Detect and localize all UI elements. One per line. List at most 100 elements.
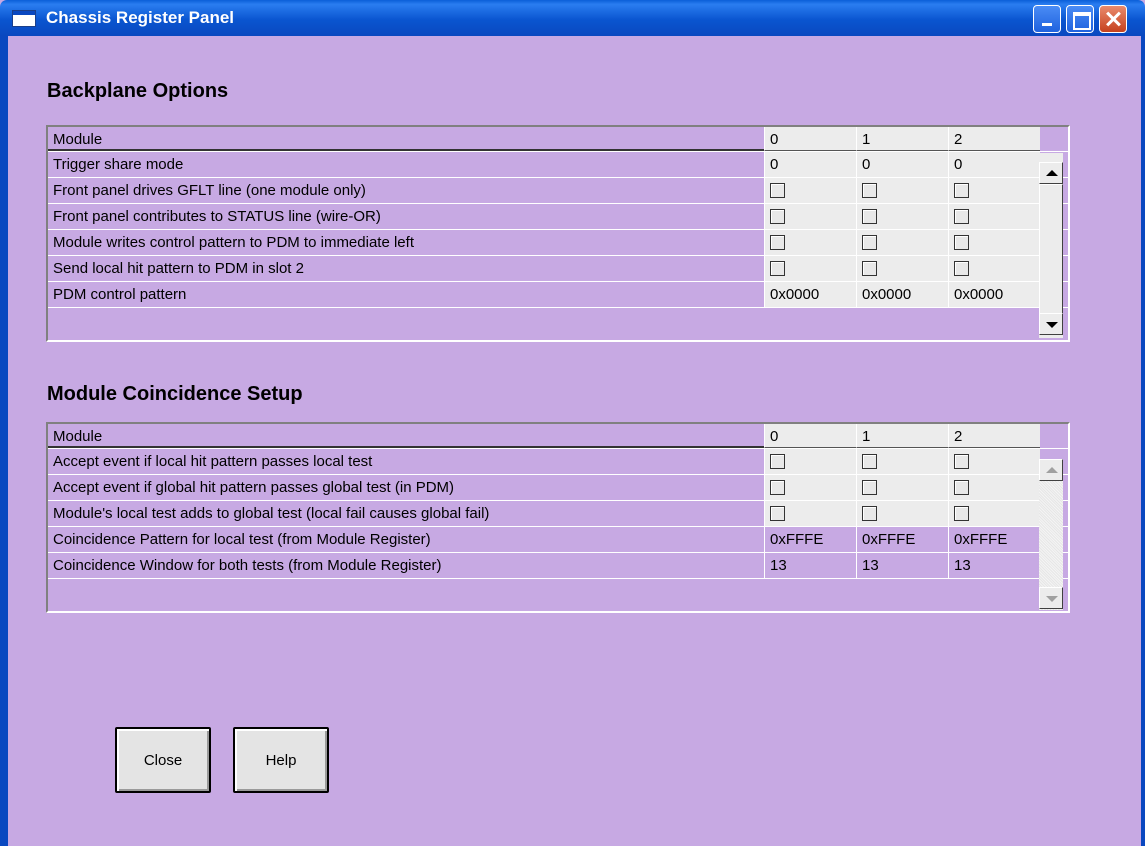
cell xyxy=(764,230,856,255)
header-underline xyxy=(48,149,764,151)
scroll-thumb[interactable] xyxy=(1039,184,1063,318)
coincidence-scrollbar[interactable] xyxy=(1036,450,1068,610)
row-label: Module writes control pattern to PDM to … xyxy=(53,234,414,251)
gflt-checkbox-1[interactable] xyxy=(862,183,877,198)
row-label: Front panel drives GFLT line (one module… xyxy=(53,182,366,199)
global-test-checkbox-1[interactable] xyxy=(862,480,877,495)
coinc-pattern-0: 0xFFFE xyxy=(764,527,856,552)
table-row: Coincidence Window for both tests (from … xyxy=(48,553,1068,579)
local-hit-checkbox-2[interactable] xyxy=(954,261,969,276)
cell xyxy=(948,449,1040,474)
local-hit-checkbox-0[interactable] xyxy=(770,261,785,276)
window-frame-right xyxy=(1141,36,1145,846)
cell xyxy=(948,178,1040,203)
local-test-checkbox-1[interactable] xyxy=(862,454,877,469)
header-col-1: 1 xyxy=(856,424,948,448)
window-icon xyxy=(12,10,36,27)
global-test-checkbox-2[interactable] xyxy=(954,480,969,495)
cell xyxy=(764,256,856,281)
adds-global-checkbox-0[interactable] xyxy=(770,506,785,521)
table-row: Accept event if local hit pattern passes… xyxy=(48,449,1068,475)
table-row: Accept event if global hit pattern passe… xyxy=(48,475,1068,501)
control-pattern-checkbox-2[interactable] xyxy=(954,235,969,250)
global-test-checkbox-0[interactable] xyxy=(770,480,785,495)
trigger-share-2[interactable]: 0 xyxy=(948,152,1040,177)
cell xyxy=(764,449,856,474)
cell xyxy=(948,501,1040,526)
row-label: Front panel contributes to STATUS line (… xyxy=(53,208,381,225)
table-row: Module's local test adds to global test … xyxy=(48,501,1068,527)
header-module: Module xyxy=(48,127,764,151)
scroll-up-icon[interactable] xyxy=(1039,162,1063,184)
status-checkbox-0[interactable] xyxy=(770,209,785,224)
coinc-window-1: 13 xyxy=(856,553,948,578)
pdm-pattern-2[interactable]: 0x0000 xyxy=(948,282,1040,307)
row-label: Coincidence Window for both tests (from … xyxy=(53,557,442,574)
backplane-scrollbar[interactable] xyxy=(1036,153,1068,338)
table-row: PDM control pattern 0x0000 0x0000 0x0000 xyxy=(48,282,1068,308)
row-label: Accept event if local hit pattern passes… xyxy=(53,453,373,470)
maximize-icon[interactable] xyxy=(1066,5,1094,33)
help-button[interactable]: Help xyxy=(233,727,329,793)
table-row: Front panel contributes to STATUS line (… xyxy=(48,204,1068,230)
status-checkbox-1[interactable] xyxy=(862,209,877,224)
row-label: Trigger share mode xyxy=(53,156,184,173)
scroll-down-icon[interactable] xyxy=(1039,587,1063,609)
header-underline xyxy=(48,446,764,448)
adds-global-checkbox-1[interactable] xyxy=(862,506,877,521)
control-pattern-checkbox-0[interactable] xyxy=(770,235,785,250)
header-col-2: 2 xyxy=(948,127,1040,151)
scroll-down-icon[interactable] xyxy=(1039,313,1063,335)
cell xyxy=(856,501,948,526)
cell xyxy=(948,204,1040,229)
close-icon[interactable] xyxy=(1099,5,1127,33)
coinc-pattern-1: 0xFFFE xyxy=(856,527,948,552)
backplane-title: Backplane Options xyxy=(47,80,229,102)
cell xyxy=(856,230,948,255)
table-row: Front panel drives GFLT line (one module… xyxy=(48,178,1068,204)
cell xyxy=(764,204,856,229)
coinc-pattern-2: 0xFFFE xyxy=(948,527,1040,552)
status-checkbox-2[interactable] xyxy=(954,209,969,224)
cell xyxy=(856,256,948,281)
row-label: PDM control pattern xyxy=(53,286,187,303)
backplane-grid: Module 0 1 2 Trigger share mode 0 0 0 Fr… xyxy=(46,125,1070,342)
local-hit-checkbox-1[interactable] xyxy=(862,261,877,276)
cell xyxy=(764,178,856,203)
trigger-share-1[interactable]: 0 xyxy=(856,152,948,177)
cell xyxy=(948,230,1040,255)
control-pattern-checkbox-1[interactable] xyxy=(862,235,877,250)
cell xyxy=(948,256,1040,281)
window-frame-left xyxy=(0,36,8,846)
table-row: Module writes control pattern to PDM to … xyxy=(48,230,1068,256)
cell xyxy=(856,449,948,474)
cell xyxy=(948,475,1040,500)
cell xyxy=(856,204,948,229)
gflt-checkbox-2[interactable] xyxy=(954,183,969,198)
local-test-checkbox-2[interactable] xyxy=(954,454,969,469)
pdm-pattern-1[interactable]: 0x0000 xyxy=(856,282,948,307)
gflt-checkbox-0[interactable] xyxy=(770,183,785,198)
close-button[interactable]: Close xyxy=(115,727,211,793)
pdm-pattern-0[interactable]: 0x0000 xyxy=(764,282,856,307)
window-title: Chassis Register Panel xyxy=(46,8,235,27)
table-row: Trigger share mode 0 0 0 xyxy=(48,152,1068,178)
row-label: Coincidence Pattern for local test (from… xyxy=(53,531,431,548)
title-bar: Chassis Register Panel xyxy=(0,0,1145,36)
local-test-checkbox-0[interactable] xyxy=(770,454,785,469)
header-col-0: 0 xyxy=(764,424,856,448)
coincidence-grid: Module 0 1 2 Accept event if local hit p… xyxy=(46,422,1070,613)
minimize-icon[interactable] xyxy=(1033,5,1061,33)
row-label: Send local hit pattern to PDM in slot 2 xyxy=(53,260,304,277)
coincidence-header-row: Module 0 1 2 xyxy=(48,424,1068,449)
row-label: Accept event if global hit pattern passe… xyxy=(53,479,455,496)
scroll-up-icon[interactable] xyxy=(1039,459,1063,481)
trigger-share-0[interactable]: 0 xyxy=(764,152,856,177)
cell xyxy=(856,475,948,500)
header-col-2: 2 xyxy=(948,424,1040,448)
table-row: Coincidence Pattern for local test (from… xyxy=(48,527,1068,553)
coincidence-title: Module Coincidence Setup xyxy=(47,383,303,405)
row-label: Module's local test adds to global test … xyxy=(53,505,490,522)
adds-global-checkbox-2[interactable] xyxy=(954,506,969,521)
cell xyxy=(856,178,948,203)
